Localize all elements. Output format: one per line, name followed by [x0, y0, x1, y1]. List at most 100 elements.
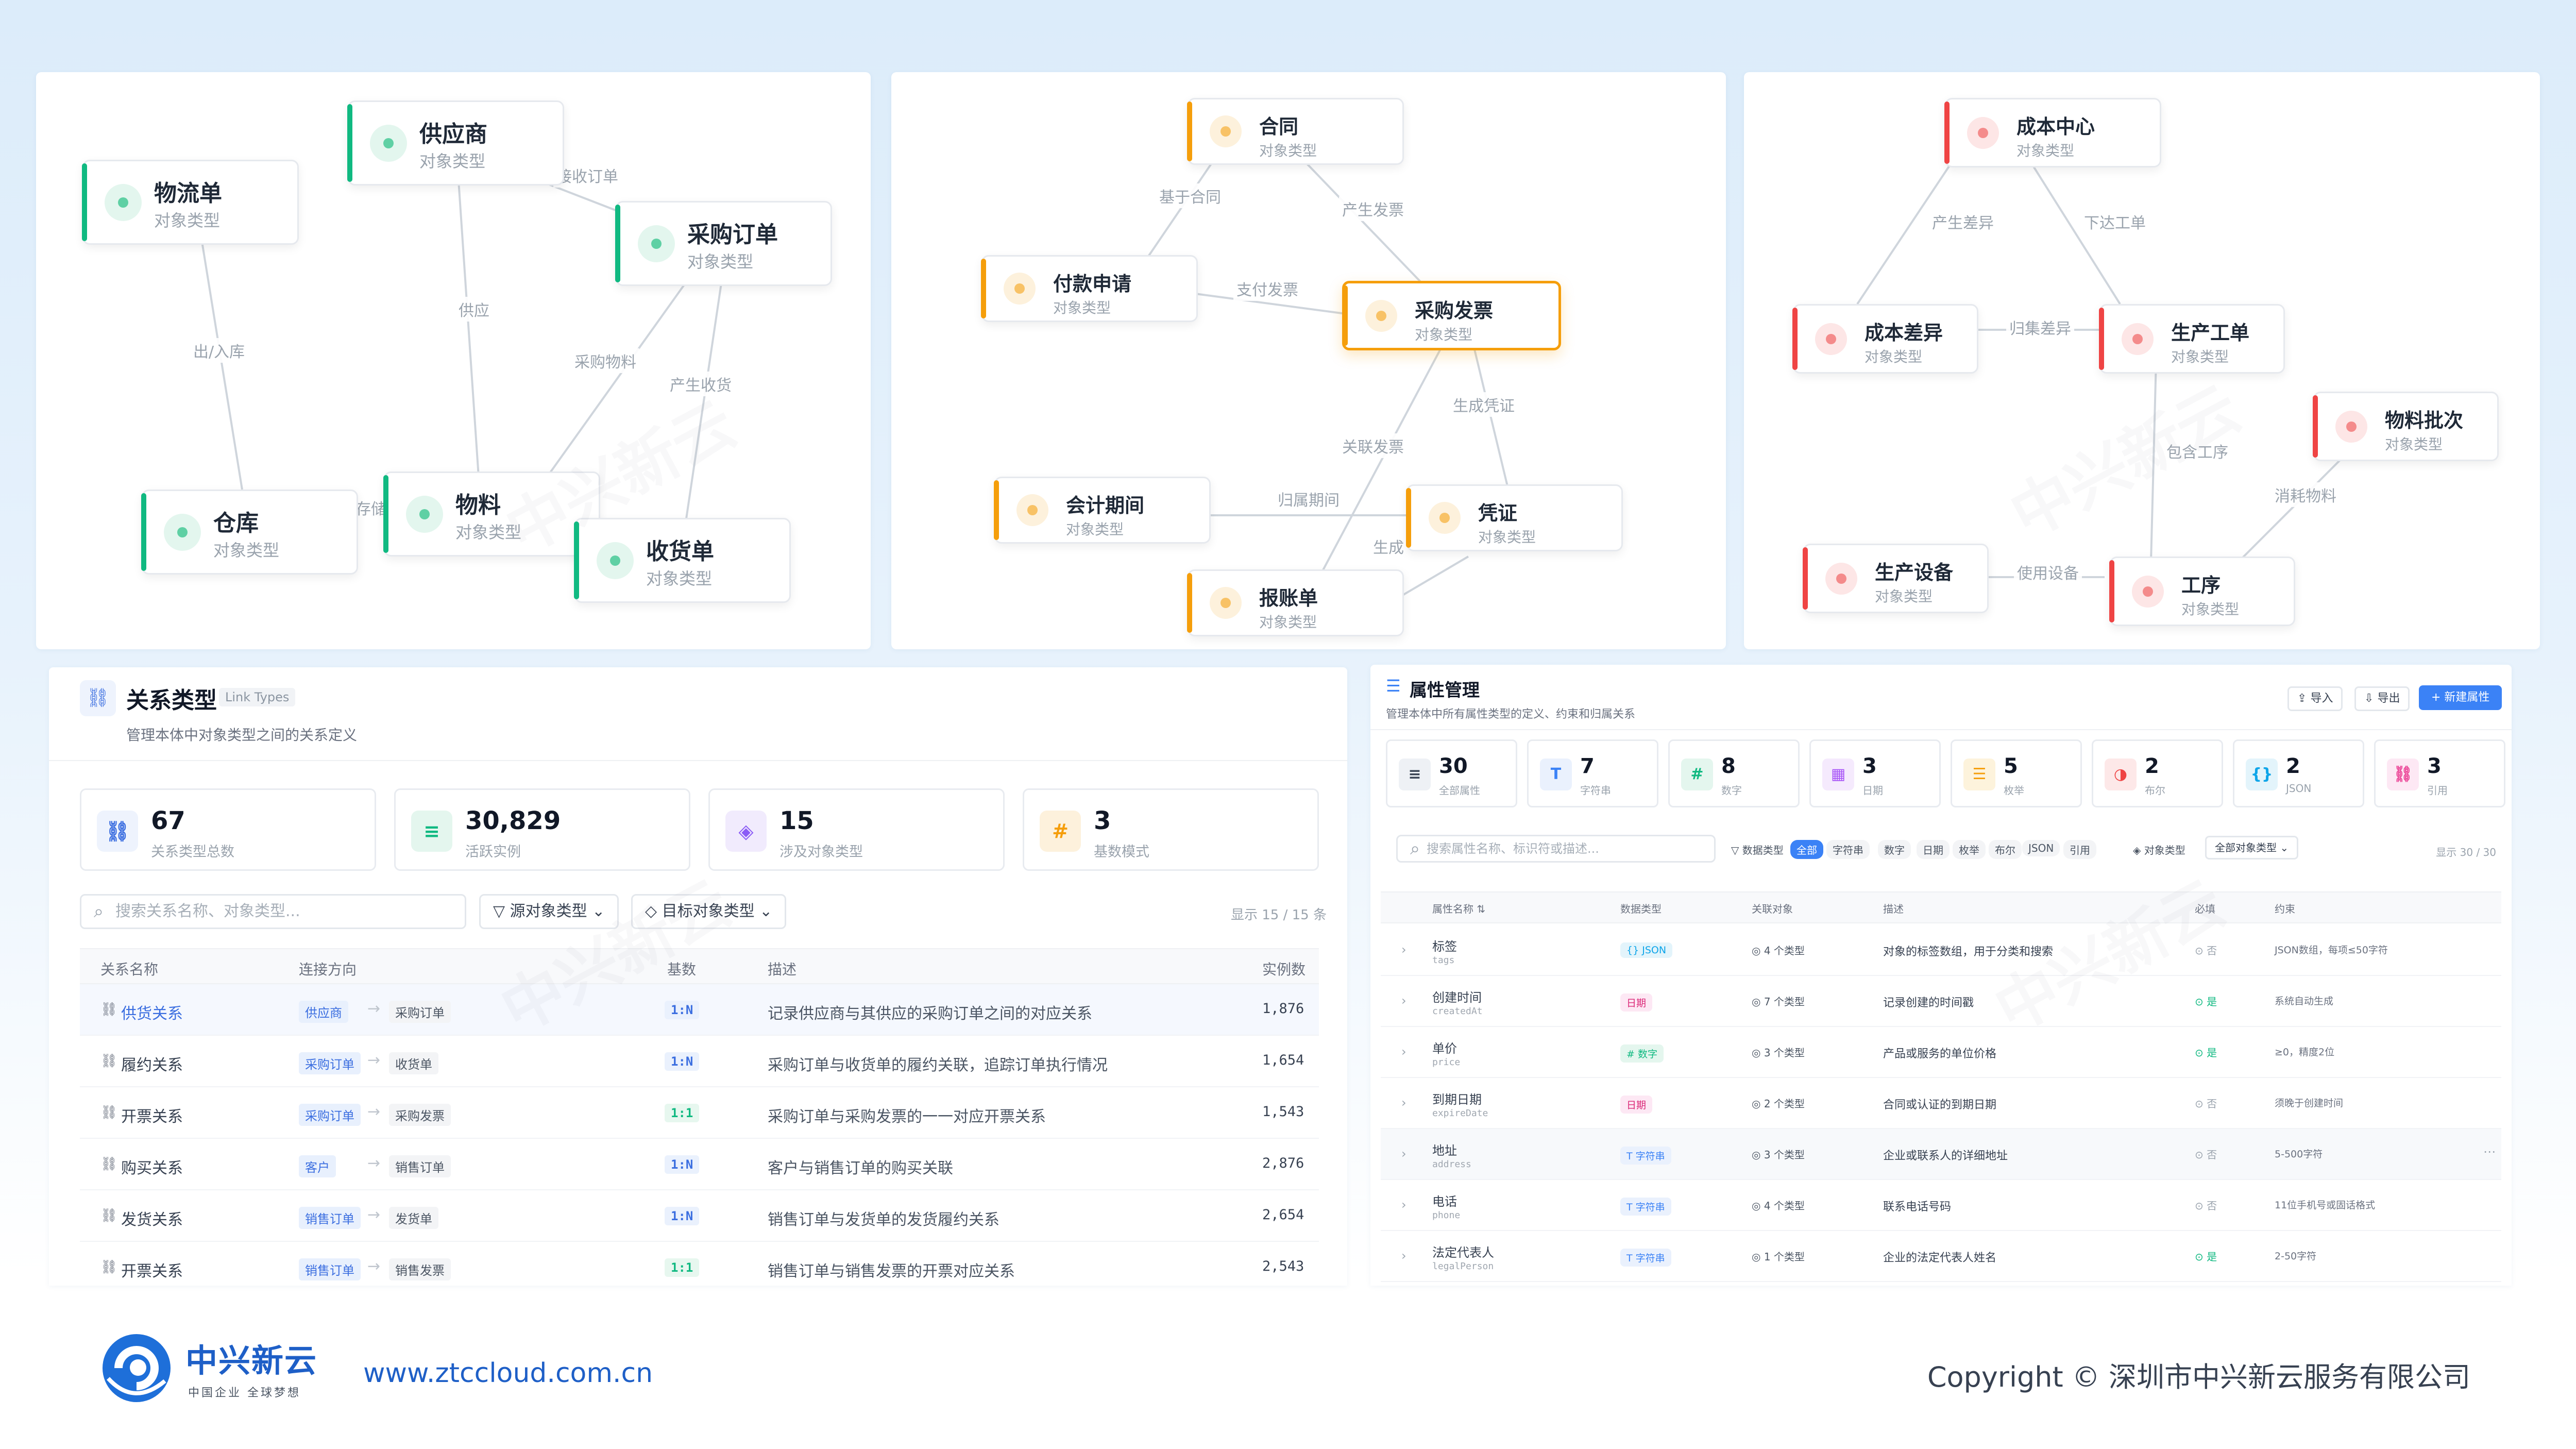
graph-node-shouhuodan[interactable]: 收货单 对象类型 — [574, 518, 791, 603]
relation-name[interactable]: 发货关系 — [121, 1207, 183, 1229]
graph-node-wuliudan[interactable]: 物流单 对象类型 — [82, 160, 299, 245]
stat-label: 基数模式 — [1094, 844, 1149, 860]
node-subtitle: 对象类型 — [1875, 588, 1933, 605]
property-name: 创建时间 — [1432, 990, 1482, 1005]
type-chip[interactable]: 布尔 — [1989, 840, 2022, 859]
stat-card[interactable]: #8 数字 — [1668, 739, 1800, 807]
logo-mark — [103, 1334, 171, 1402]
table-row[interactable] — [80, 984, 1319, 1036]
node-icon — [2122, 323, 2154, 355]
col-header: 数据类型 — [1620, 903, 1662, 915]
graph-node-gongyingshang[interactable]: 供应商 对象类型 — [347, 100, 564, 186]
stat-card-active: ≡ 30,829 活跃实例 — [394, 788, 690, 871]
table-row[interactable] — [80, 1242, 1319, 1286]
table-row[interactable] — [80, 1139, 1319, 1190]
relation-name[interactable]: 供货关系 — [121, 1001, 183, 1023]
graph-node-baozhang[interactable]: 报账单 对象类型 — [1187, 569, 1404, 636]
stat-card[interactable]: ▦ 3 日期 — [1809, 739, 1941, 807]
graph-node-chengben[interactable]: 成本中心 对象类型 — [1944, 98, 2161, 167]
col-header: 描述 — [768, 961, 797, 978]
table-row[interactable] — [80, 1190, 1319, 1242]
graph-node-caigoufapiao[interactable]: 采购发票 对象类型 — [1342, 281, 1561, 350]
search-input[interactable]: 搜索关系名称、对象类型... — [80, 894, 466, 929]
stat-card[interactable]: ◑ 2 布尔 — [2092, 739, 2223, 807]
export-button[interactable]: ⇩ 导出 — [2354, 686, 2410, 711]
property-description: 合同或认证的到期日期 — [1883, 1099, 1997, 1111]
type-chip[interactable]: 枚举 — [1953, 840, 1986, 859]
stat-card[interactable]: {} 2 JSON — [2233, 739, 2364, 807]
node-subtitle: 对象类型 — [1478, 529, 1536, 546]
related-objects: ◎ 4 个类型 — [1752, 1200, 1805, 1212]
stat-card[interactable]: T 7 字符串 — [1527, 739, 1658, 807]
edge-line — [684, 283, 722, 526]
site-url[interactable]: www.ztccloud.com.cn — [363, 1358, 653, 1389]
relation-name[interactable]: 履约关系 — [121, 1052, 183, 1075]
relation-name[interactable]: 购买关系 — [121, 1155, 183, 1178]
filter-source-select[interactable]: ▽ 源对象类型 ⌄ — [479, 894, 619, 929]
chevron-right-icon[interactable]: › — [1401, 1096, 1406, 1110]
check-circle-icon: ⊙ — [2195, 1047, 2207, 1059]
type-chip[interactable]: 数字 — [1878, 840, 1911, 859]
stat-card[interactable]: ⛓ 3 引用 — [2374, 739, 2505, 807]
stat-value: 5 — [2004, 754, 2018, 778]
chevron-right-icon[interactable]: › — [1401, 1147, 1406, 1161]
stat-label: 涉及对象类型 — [779, 844, 863, 860]
relation-name[interactable]: 开票关系 — [121, 1104, 183, 1126]
graph-node-fukuan[interactable]: 付款申请 对象类型 — [981, 255, 1198, 322]
cardinality-badge: 1:1 — [665, 1258, 700, 1277]
graph-node-kuaiji[interactable]: 会计期间 对象类型 — [994, 477, 1211, 544]
property-description: 企业或联系人的详细地址 — [1883, 1150, 2008, 1162]
node-icon — [1004, 273, 1036, 305]
type-chip[interactable]: 字符串 — [1826, 840, 1870, 859]
table-row[interactable] — [80, 1087, 1319, 1139]
graph-node-shebei[interactable]: 生产设备 对象类型 — [1803, 544, 1989, 613]
stat-card[interactable]: ☰ 5 枚举 — [1951, 739, 2082, 807]
type-chip[interactable]: 引用 — [2063, 840, 2096, 859]
property-code: legalPerson — [1432, 1261, 1494, 1272]
divider — [49, 760, 1347, 761]
graph-panel-finance: 基于合同 产生发票 支付发票 生成凭证 关联发票 归属期间 生成 合同 对象类型 … — [891, 72, 1726, 649]
edge-label: 归属期间 — [1275, 486, 1343, 511]
data-type-tag: 日期 — [1620, 993, 1653, 1012]
check-circle-icon: ⊙ — [2195, 945, 2207, 957]
node-subtitle: 对象类型 — [646, 569, 713, 588]
check-circle-icon: ⊙ — [2195, 1200, 2207, 1212]
copyright: Copyright © 深圳市中兴新云服务有限公司 — [1927, 1361, 2470, 1393]
edge-line — [1472, 345, 1511, 495]
stat-card[interactable]: ≡ 30 全部属性 — [1386, 739, 1517, 807]
graph-node-pingzheng[interactable]: 凭证 对象类型 — [1406, 484, 1623, 551]
chevron-right-icon[interactable]: › — [1401, 942, 1406, 957]
chevron-right-icon[interactable]: › — [1401, 993, 1406, 1008]
property-name: 地址 — [1432, 1143, 1457, 1158]
cardinality-badge: 1:N — [665, 1001, 700, 1019]
graph-node-wuliao[interactable]: 物料 对象类型 — [383, 471, 600, 557]
search-input[interactable]: 搜索属性名称、标识符或描述... — [1396, 835, 1716, 863]
source-type-tag: 销售订单 — [299, 1258, 361, 1280]
filter-label: 目标对象类型 — [662, 902, 755, 920]
new-property-button[interactable]: + 新建属性 — [2419, 685, 2502, 710]
target-type-tag: 采购订单 — [389, 1001, 451, 1023]
graph-node-gongxu[interactable]: 工序 对象类型 — [2109, 557, 2295, 626]
upload-icon: ⇪ — [2297, 692, 2311, 705]
table-row[interactable] — [80, 1036, 1319, 1087]
graph-node-hetong[interactable]: 合同 对象类型 — [1187, 98, 1404, 165]
type-chip[interactable]: JSON — [2022, 840, 2060, 856]
type-chip[interactable]: 全部 — [1790, 840, 1823, 859]
graph-node-caigoudingdan[interactable]: 采购订单 对象类型 — [615, 201, 832, 286]
object-type-select[interactable]: 全部对象类型 ⌄ — [2205, 836, 2299, 860]
graph-node-cangku[interactable]: 仓库 对象类型 — [141, 490, 358, 575]
chevron-right-icon[interactable]: › — [1401, 1249, 1406, 1263]
stat-value: 8 — [1721, 754, 1736, 778]
company-logo — [98, 1329, 175, 1407]
relation-name[interactable]: 开票关系 — [121, 1258, 183, 1281]
type-chip[interactable]: 日期 — [1917, 840, 1950, 859]
chevron-right-icon[interactable]: › — [1401, 1198, 1406, 1212]
chevron-right-icon[interactable]: › — [1401, 1044, 1406, 1059]
graph-node-pici[interactable]: 物料批次 对象类型 — [2313, 392, 2499, 461]
filter-target-select[interactable]: ◇ 目标对象类型 ⌄ — [631, 894, 787, 929]
graph-node-chayi[interactable]: 成本差异 对象类型 — [1792, 304, 1978, 374]
node-subtitle: 对象类型 — [154, 211, 221, 230]
import-button[interactable]: ⇪ 导入 — [2287, 686, 2343, 711]
arrow-right-icon: → — [367, 1206, 381, 1224]
graph-node-gongdan[interactable]: 生产工单 对象类型 — [2099, 304, 2285, 374]
